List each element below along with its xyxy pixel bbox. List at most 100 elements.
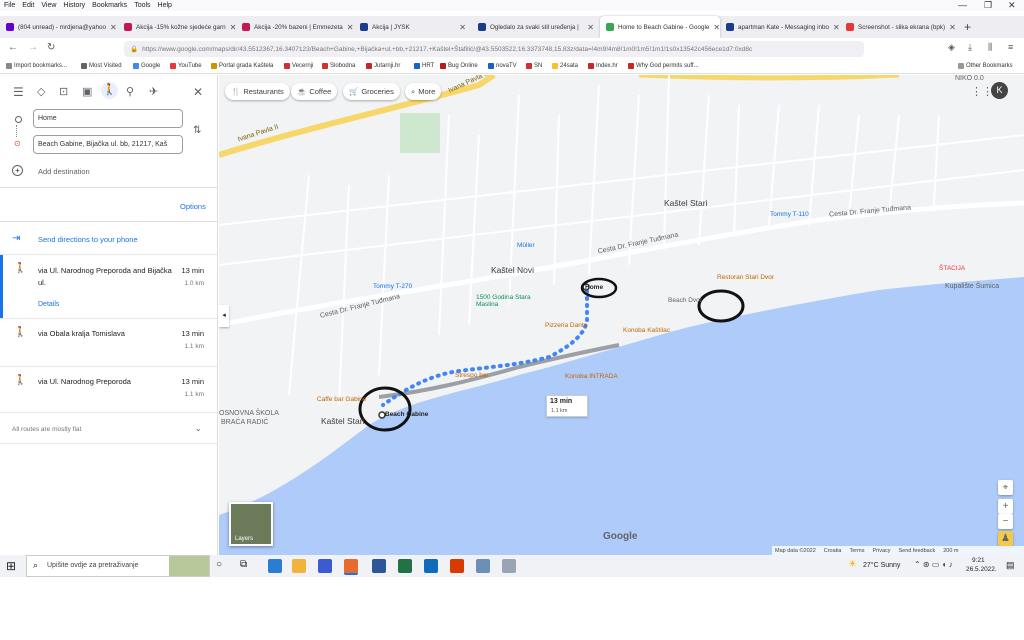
options-link[interactable]: Options <box>180 202 206 211</box>
close-tab-icon[interactable]: ✕ <box>459 23 466 32</box>
snipping-tool-icon[interactable] <box>502 559 516 573</box>
privacy-link[interactable]: Privacy <box>872 548 890 554</box>
tab-emmezeta-2[interactable]: Akcija -20% bazeni | Emmezeta ✕ <box>236 16 354 38</box>
bookmark-why-god[interactable]: Why God permits suff... <box>628 63 699 69</box>
route-option-1[interactable]: 🚶 via Ul. Narodnog Preporoda and Bijačka… <box>0 254 217 319</box>
origin-input[interactable]: Home <box>33 109 183 128</box>
bookmark-hrt[interactable]: HRT <box>414 63 434 69</box>
restore-icon[interactable]: ❐ <box>984 0 992 11</box>
pegman-icon[interactable]: ♟ <box>998 531 1013 546</box>
bookmark-most-visited[interactable]: Most Visited <box>81 63 122 69</box>
poi-strespo-bar[interactable]: Strespo bar <box>455 372 489 379</box>
close-tab-icon[interactable]: ✕ <box>347 23 354 32</box>
word-icon[interactable] <box>372 559 386 573</box>
poi-pizzeria-dante[interactable]: Pizzeria Dante <box>545 322 587 329</box>
bookmark-index[interactable]: Index.hr <box>588 63 618 69</box>
tab-jysk[interactable]: Akcija | JYSK ✕ <box>354 16 472 38</box>
flight-icon[interactable]: ✈ <box>149 85 158 98</box>
close-tab-icon[interactable]: ✕ <box>587 23 594 32</box>
bookmark-slobodna[interactable]: Slobodna <box>322 63 355 69</box>
reload-icon[interactable]: ↻ <box>47 42 55 53</box>
bookmark-bug[interactable]: Bug Online <box>440 63 478 69</box>
scale-label[interactable]: 200 m <box>943 548 958 554</box>
menu-help[interactable]: Help <box>158 2 172 9</box>
terms-link[interactable]: Terms <box>849 548 864 554</box>
tab-screenshot[interactable]: Screenshot - slika ekrana (bpk) ✕ <box>840 16 960 38</box>
bookmark-import[interactable]: Import bookmarks... <box>6 63 67 69</box>
menu-hamburger-icon[interactable]: ≡ <box>1008 42 1013 52</box>
forward-icon[interactable]: → <box>28 42 38 53</box>
poi-tommy-110[interactable]: Tommy T-110 <box>770 211 809 218</box>
bookmark-vecernji[interactable]: Vecernji <box>284 63 313 69</box>
bookmark-other[interactable]: Other Bookmarks <box>958 63 1013 69</box>
best-route-icon[interactable]: ◇ <box>37 85 45 98</box>
library-icon[interactable]: ⫼ <box>988 42 992 53</box>
chip-restaurants[interactable]: 🍴 Restaurants <box>225 83 290 100</box>
pocket-icon[interactable]: ◈ <box>948 42 955 53</box>
poi-1500-godina[interactable]: 1500 Godina Stara Maslina <box>476 294 536 308</box>
chip-more[interactable]: ⌕ More <box>405 83 442 100</box>
send-feedback-link[interactable]: Send feedback <box>899 548 936 554</box>
send-to-phone-link[interactable]: Send directions to your phone <box>38 235 138 244</box>
menu-edit[interactable]: Edit <box>22 2 34 9</box>
tab-google-maps[interactable]: Home to Beach Gabine - Google ✕ <box>600 16 720 38</box>
back-icon[interactable]: ← <box>8 42 18 53</box>
store-icon[interactable] <box>318 559 332 573</box>
close-tab-icon[interactable]: ✕ <box>833 23 840 32</box>
office-icon[interactable] <box>450 559 464 573</box>
tab-yahoo-mail[interactable]: (804 unread) - mrdjena@yahoo ✕ <box>0 16 118 38</box>
bookmark-24sata[interactable]: 24sata <box>552 63 578 69</box>
bookmark-google[interactable]: Google <box>133 63 160 69</box>
poi-home[interactable]: Home <box>585 284 603 291</box>
poi-beach-gabine[interactable]: Beach Gabine <box>385 411 428 418</box>
bicycle-icon[interactable]: ⚲ <box>126 85 134 98</box>
zoom-out-button[interactable]: − <box>998 514 1013 529</box>
download-icon[interactable]: ⤓ <box>968 42 972 53</box>
poi-stacija[interactable]: ŠTACIJA <box>939 265 965 272</box>
poi-restoran-stari-dvor[interactable]: Restoran Stari Dvor <box>717 274 774 281</box>
menu-file[interactable]: File <box>4 2 15 9</box>
tray-icons[interactable]: ⌃ ⊛ ▭ ◖ ♪ <box>914 560 953 569</box>
bookmark-jutarnji[interactable]: Jutarnji.hr <box>366 63 400 69</box>
my-location-icon[interactable]: ⌖ <box>998 480 1013 495</box>
walk-mode-icon[interactable]: 🚶 <box>101 82 118 99</box>
clock-time[interactable]: 9:21 <box>972 557 985 564</box>
firefox-icon[interactable] <box>344 559 358 575</box>
excel-icon[interactable] <box>398 559 412 573</box>
calculator-icon[interactable] <box>476 559 490 573</box>
poi-caffe-gabine[interactable]: Caffe bar Gabine <box>317 396 366 403</box>
clock-date[interactable]: 26.5.2022. <box>966 566 997 573</box>
windows-start-icon[interactable]: ⊞ <box>6 559 16 573</box>
close-tab-icon[interactable]: ✕ <box>713 23 720 32</box>
avatar[interactable]: K <box>991 82 1008 99</box>
poi-muller[interactable]: Müller <box>517 242 535 249</box>
car-icon[interactable]: ⊡ <box>59 85 68 98</box>
poi-tommy-270[interactable]: Tommy T-270 <box>373 283 412 290</box>
flat-note-row[interactable]: All routes are mostly flat ⌄ <box>0 412 217 444</box>
poi-konoba-kastilac[interactable]: Konoba Kaštilac <box>623 327 670 334</box>
close-icon[interactable]: ✕ <box>193 85 203 99</box>
notification-icon[interactable]: ▤ <box>1006 560 1015 571</box>
close-tab-icon[interactable]: ✕ <box>110 23 117 32</box>
mail-icon[interactable] <box>424 559 438 573</box>
menu-icon[interactable]: ☰ <box>13 85 24 99</box>
poi-konoba-intrada[interactable]: Konoba INTRADA <box>565 373 618 380</box>
add-destination[interactable]: Add destination <box>38 167 90 176</box>
route-option-2[interactable]: 🚶 via Obala kralja Tomislava 13 min 1.1 … <box>0 318 217 367</box>
swap-icon[interactable]: ⇅ <box>193 125 201 136</box>
close-tab-icon[interactable]: ✕ <box>949 23 956 32</box>
destination-input[interactable]: Beach Gabine, Bijačka ul. bb, 21217, Kaš <box>33 135 183 154</box>
tab-messaging[interactable]: apartman Kate - Messaging inbo ✕ <box>720 16 840 38</box>
close-window-icon[interactable]: ✕ <box>1008 0 1016 11</box>
url-bar[interactable]: 🔒 https://www.google.com/maps/dir/43.551… <box>124 41 864 57</box>
chip-groceries[interactable]: 🛒 Groceries <box>343 83 400 100</box>
apps-grid-icon[interactable]: ⋮⋮ <box>971 85 993 98</box>
weather-text[interactable]: 27°C Sunny <box>863 562 900 569</box>
region-link[interactable]: Croatia <box>824 548 842 554</box>
menu-history[interactable]: History <box>63 2 85 9</box>
route-option-3[interactable]: 🚶 via Ul. Narodnog Preporoda 13 min 1.1 … <box>0 366 217 413</box>
task-view-icon[interactable]: ⧉ <box>240 559 247 570</box>
new-tab-icon[interactable]: + <box>964 20 971 34</box>
zoom-in-button[interactable]: + <box>998 499 1013 514</box>
minimize-icon[interactable]: — <box>958 0 967 11</box>
